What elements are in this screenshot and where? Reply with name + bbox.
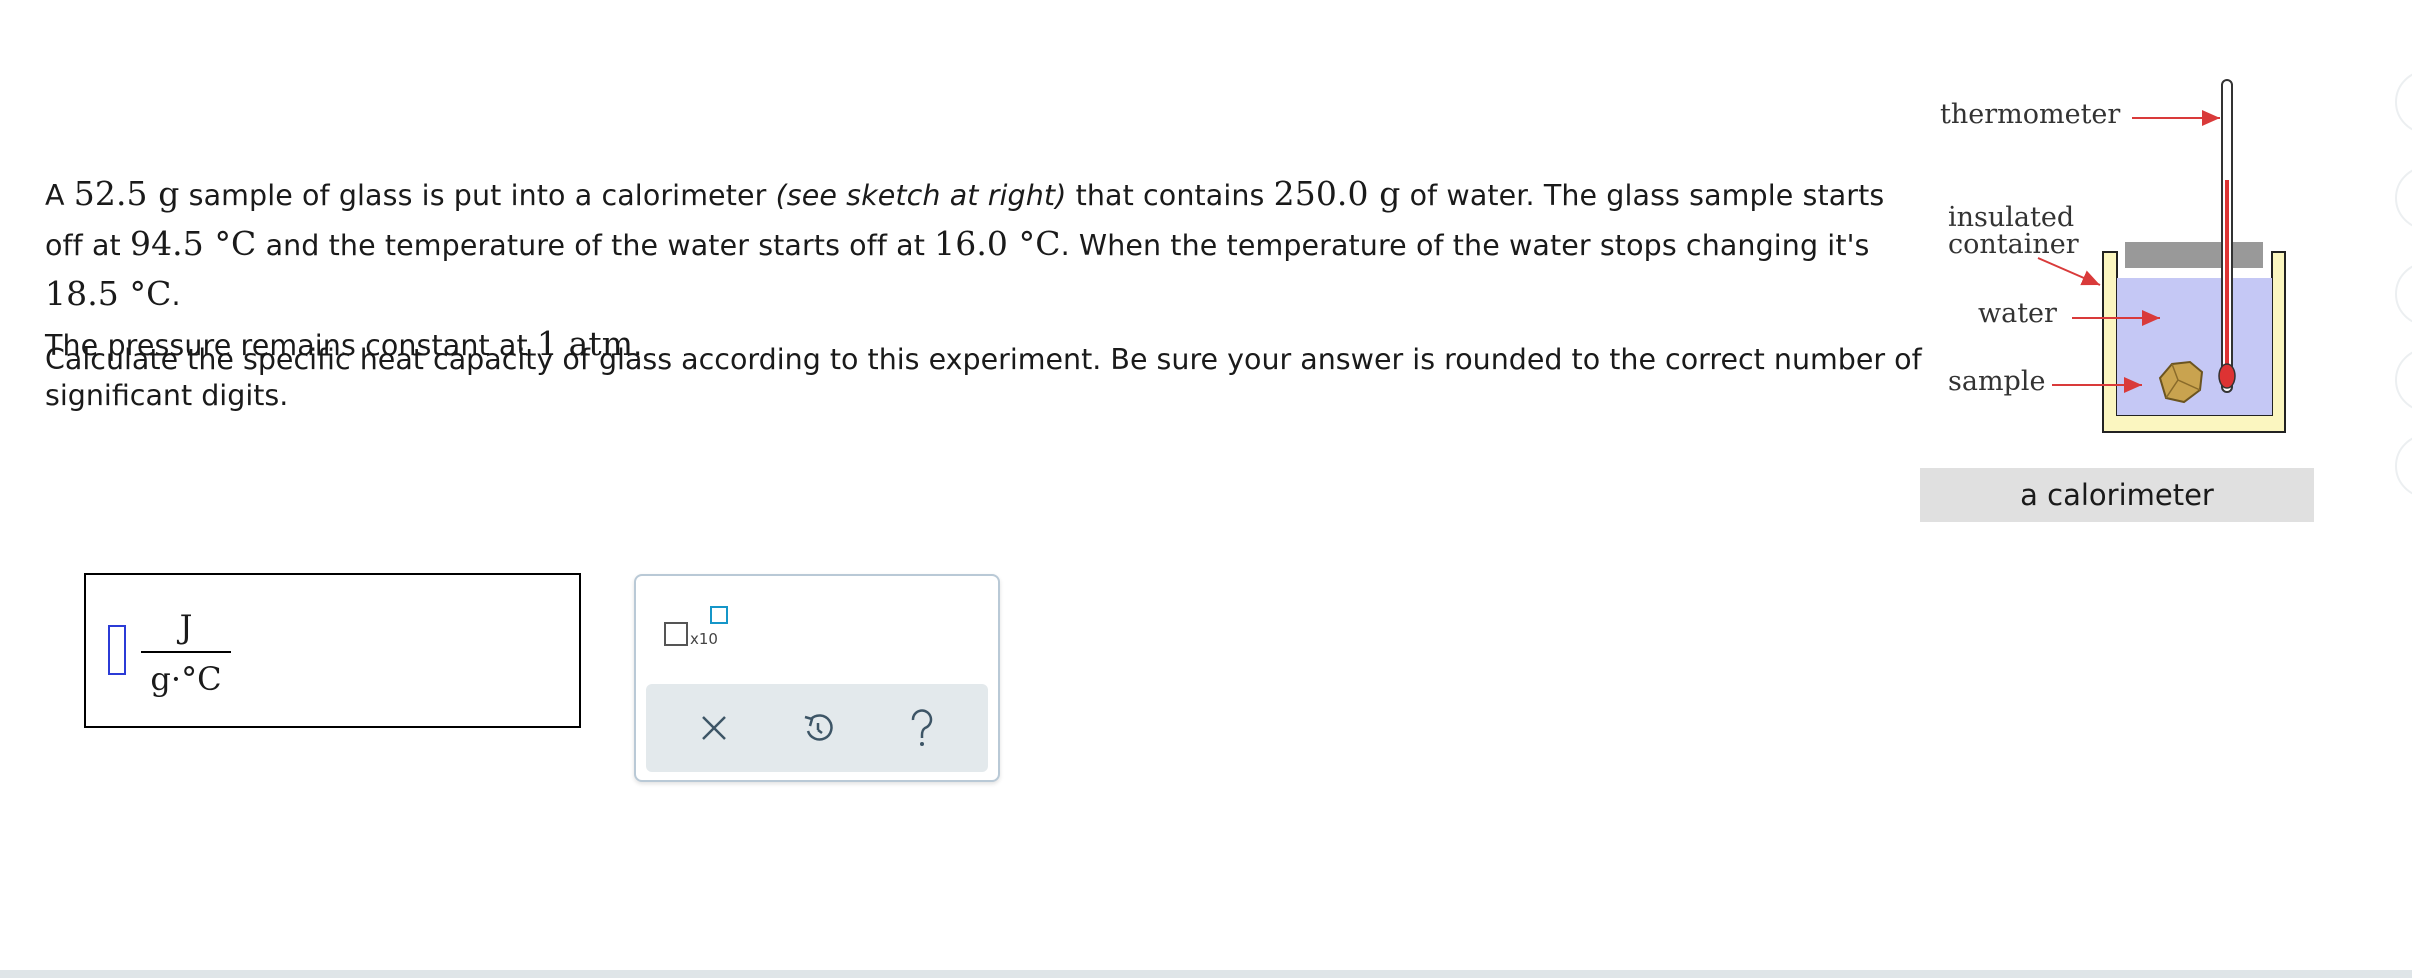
answer-box: J g·°C bbox=[84, 573, 581, 728]
help-question-icon bbox=[911, 709, 933, 746]
nav-circle[interactable] bbox=[2395, 166, 2412, 230]
x10-label: x10 bbox=[690, 630, 718, 648]
unit-fraction: J g·°C bbox=[141, 605, 231, 701]
problem-line-1: A 52.5 g sample of glass is put into a c… bbox=[45, 174, 1885, 313]
label-water: water bbox=[1978, 298, 2057, 329]
label-container: container bbox=[1948, 229, 2079, 260]
clear-button[interactable] bbox=[664, 684, 764, 772]
water-initial-temp: 16.0 °C bbox=[934, 224, 1061, 263]
sketch-note: (see sketch at right) bbox=[775, 179, 1067, 212]
math-toolbar: x10 bbox=[634, 574, 1000, 782]
glass-initial-temp: 94.5 °C bbox=[129, 224, 257, 263]
clear-x-icon bbox=[702, 716, 726, 740]
figure-caption: a calorimeter bbox=[1920, 468, 2314, 522]
lid-shape bbox=[2125, 242, 2263, 268]
unit-numerator: J bbox=[179, 608, 193, 646]
action-bar bbox=[646, 684, 988, 772]
scientific-notation-button[interactable]: x10 bbox=[662, 604, 728, 652]
nav-circle[interactable] bbox=[2395, 348, 2412, 412]
nav-circle[interactable] bbox=[2395, 262, 2412, 326]
exponent-box-icon bbox=[710, 606, 728, 624]
calorimeter-figure: thermometer insulated container water sa… bbox=[1920, 60, 2320, 530]
problem-statement: A 52.5 g sample of glass is put into a c… bbox=[45, 170, 1925, 370]
undo-icon bbox=[804, 714, 833, 741]
final-temp: 18.5 °C bbox=[45, 274, 172, 313]
label-sample: sample bbox=[1948, 366, 2045, 397]
answer-input[interactable] bbox=[108, 625, 126, 675]
calorimeter-diagram: thermometer insulated container water sa… bbox=[1940, 79, 2286, 433]
scientific-notation-icon bbox=[664, 622, 688, 646]
bottom-bar bbox=[0, 970, 2412, 978]
help-button[interactable] bbox=[872, 684, 972, 772]
label-thermometer: thermometer bbox=[1940, 99, 2120, 130]
question-text: Calculate the specific heat capacity of … bbox=[45, 343, 1922, 412]
nav-circle[interactable] bbox=[2395, 434, 2412, 498]
undo-button[interactable] bbox=[768, 684, 868, 772]
water-mass: 250.0 g bbox=[1273, 174, 1401, 213]
unit-denominator: g·°C bbox=[150, 660, 222, 698]
glass-mass: 52.5 g bbox=[73, 174, 180, 213]
fraction-bar bbox=[141, 651, 231, 653]
nav-circle[interactable] bbox=[2395, 70, 2412, 134]
